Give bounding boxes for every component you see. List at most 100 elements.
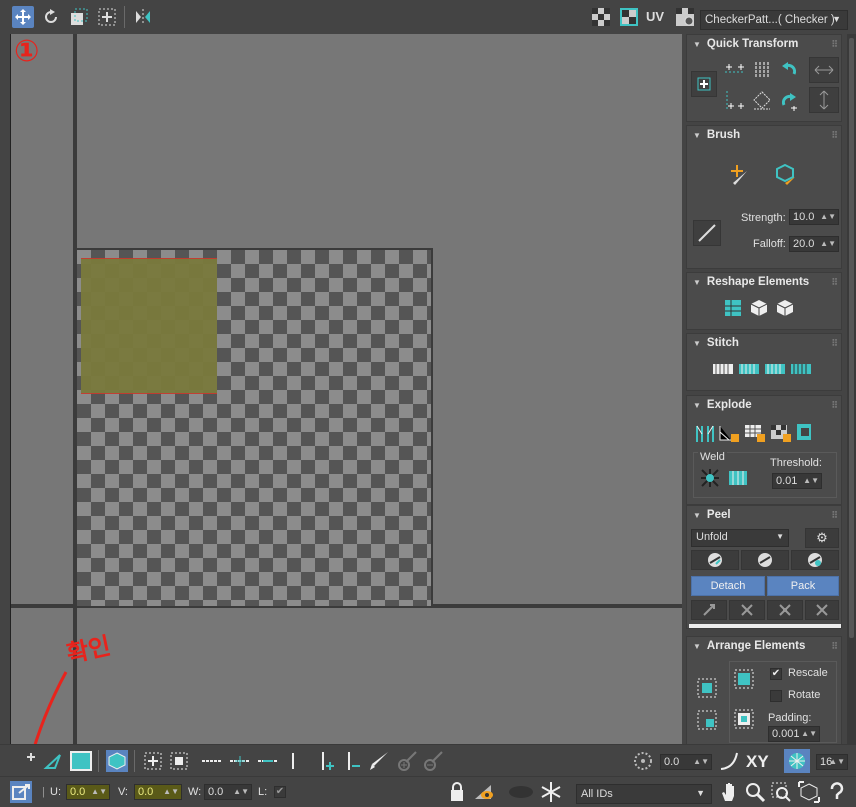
pin-edges-button[interactable] <box>767 600 803 620</box>
flatten-by-polygon-button[interactable] <box>743 422 767 444</box>
quick-transform-header[interactable]: ▼ Quick Transform ⠿ <box>687 35 841 53</box>
peel-mode-dropdown[interactable]: Unfold ▼ <box>691 529 789 547</box>
side-panel-scrollbar[interactable] <box>847 34 856 744</box>
stitch-average-button[interactable] <box>789 358 813 380</box>
mirror-tool-button[interactable] <box>132 6 154 28</box>
move-tool-button[interactable] <box>12 6 34 28</box>
padding-input[interactable]: 0.001 ▲▼ <box>768 726 820 742</box>
break-button[interactable] <box>693 422 717 444</box>
peel-reset-button[interactable] <box>791 550 839 570</box>
straighten-button[interactable] <box>749 87 775 113</box>
u-input[interactable]: 0.0 ▲▼ <box>66 784 110 800</box>
unpin-button[interactable] <box>729 600 765 620</box>
help-button[interactable] <box>826 781 848 803</box>
flatten-by-material-button[interactable] <box>795 422 819 444</box>
angle-input[interactable]: 0.0 ▲▼ <box>660 754 712 770</box>
space-vertical-button[interactable] <box>809 87 839 113</box>
rescale-checkbox[interactable]: ✔ <box>770 668 782 680</box>
flatten-by-angle-button[interactable] <box>717 422 741 444</box>
grid-size-input[interactable]: 16 ▲▼ <box>816 754 848 770</box>
align-center-button[interactable] <box>691 71 717 97</box>
checker-toggle-button[interactable] <box>590 6 612 28</box>
unpin-all-button[interactable] <box>805 600 839 620</box>
arrange-header[interactable]: ▼ Arrange Elements ⠿ <box>687 637 841 655</box>
freeze-button[interactable] <box>540 781 562 803</box>
angle-snap-button[interactable] <box>632 750 654 772</box>
relax-brush-button[interactable] <box>771 162 799 188</box>
lock-selection-button[interactable] <box>446 781 468 803</box>
rotate-tool-button[interactable] <box>40 6 62 28</box>
rotate-cw-button[interactable] <box>777 87 801 113</box>
stitch-custom-button[interactable] <box>711 358 735 380</box>
flatten-by-smoothing-button[interactable] <box>769 422 793 444</box>
show-button[interactable] <box>506 781 536 803</box>
freeform-tool-button[interactable] <box>96 6 118 28</box>
stitch-to-target-button[interactable] <box>763 358 787 380</box>
stitch-to-source-button[interactable] <box>737 358 761 380</box>
paint-shrink-button[interactable] <box>422 750 444 772</box>
relax-until-flat-button[interactable] <box>747 297 771 319</box>
grow-selection-button[interactable] <box>142 750 164 772</box>
peel-settings-button[interactable]: ⚙ <box>805 528 839 548</box>
align-vertical-button[interactable] <box>749 57 775 83</box>
map-dropdown[interactable]: CheckerPatt...( Checker ) ▼ <box>700 10 848 30</box>
settings-button[interactable] <box>674 6 696 28</box>
ring-shrink-button[interactable] <box>342 750 364 772</box>
detach-button[interactable]: Detach <box>691 576 765 596</box>
stitch-header[interactable]: ▼ Stitch ⠿ <box>687 334 841 352</box>
straighten-selection-button[interactable] <box>721 297 745 319</box>
brush-header[interactable]: ▼ Brush ⠿ <box>687 126 841 144</box>
pack-normalize-button[interactable] <box>695 677 719 699</box>
align-horizontal-button[interactable] <box>721 57 749 83</box>
ring-button[interactable] <box>286 750 300 772</box>
threshold-input[interactable]: 0.01 ▲▼ <box>772 473 822 489</box>
uv-viewport[interactable] <box>10 34 682 744</box>
peel-header[interactable]: ▼ Peel ⠿ <box>687 506 841 524</box>
space-horizontal-button[interactable] <box>809 57 839 83</box>
brush-falloff-button[interactable] <box>693 220 721 246</box>
absolute-offset-toggle-button[interactable] <box>10 781 32 803</box>
strength-input[interactable]: 10.0 ▲▼ <box>789 209 839 225</box>
selected-uv-face[interactable] <box>81 258 217 394</box>
pack-button[interactable]: Pack <box>767 576 839 596</box>
soft-selection-button[interactable] <box>718 750 740 772</box>
rotate-checkbox[interactable] <box>770 690 782 702</box>
pack-together-button[interactable] <box>695 709 719 731</box>
vertex-mode-button[interactable] <box>20 750 42 772</box>
explode-header[interactable]: ▼ Explode ⠿ <box>687 396 841 414</box>
loop-button[interactable] <box>200 750 224 772</box>
zoom-extents-button[interactable] <box>798 781 820 803</box>
rotate-ccw-button[interactable] <box>777 57 801 83</box>
edge-mode-button[interactable] <box>42 750 64 772</box>
paint-move-button[interactable] <box>725 162 753 188</box>
checker-map-button[interactable] <box>618 6 640 28</box>
pan-button[interactable] <box>718 781 740 803</box>
v-input[interactable]: 0.0 ▲▼ <box>134 784 182 800</box>
hide-button[interactable] <box>472 781 494 803</box>
pack-custom-button[interactable] <box>732 668 756 690</box>
uv-label[interactable]: UV <box>646 9 664 24</box>
grid-snap-button[interactable] <box>784 749 810 773</box>
polygon-mode-button[interactable] <box>68 750 94 772</box>
quick-peel-button[interactable] <box>691 550 739 570</box>
pin-button[interactable] <box>691 600 727 620</box>
scale-tool-button[interactable] <box>68 6 90 28</box>
paint-select-button[interactable] <box>368 750 390 772</box>
element-mode-button[interactable] <box>106 750 128 772</box>
align-to-edge-button[interactable] <box>721 87 749 113</box>
lock-checkbox[interactable]: ✔ <box>274 786 286 798</box>
relax-settings-button[interactable] <box>773 297 797 319</box>
xy-toggle[interactable]: XY <box>746 752 769 772</box>
loop-shrink-button[interactable] <box>256 750 280 772</box>
loop-grow-button[interactable] <box>228 750 252 772</box>
zoom-button[interactable] <box>744 781 766 803</box>
peel-mode-button[interactable] <box>741 550 789 570</box>
falloff-input[interactable]: 20.0 ▲▼ <box>789 236 839 252</box>
shrink-selection-button[interactable] <box>168 750 190 772</box>
weld-target-button[interactable] <box>726 467 750 489</box>
pack-rescale-button[interactable] <box>732 708 756 730</box>
paint-grow-button[interactable] <box>396 750 418 772</box>
weld-selected-button[interactable] <box>698 467 722 489</box>
reshape-header[interactable]: ▼ Reshape Elements ⠿ <box>687 273 841 291</box>
w-input[interactable]: 0.0 ▲▼ <box>204 784 252 800</box>
